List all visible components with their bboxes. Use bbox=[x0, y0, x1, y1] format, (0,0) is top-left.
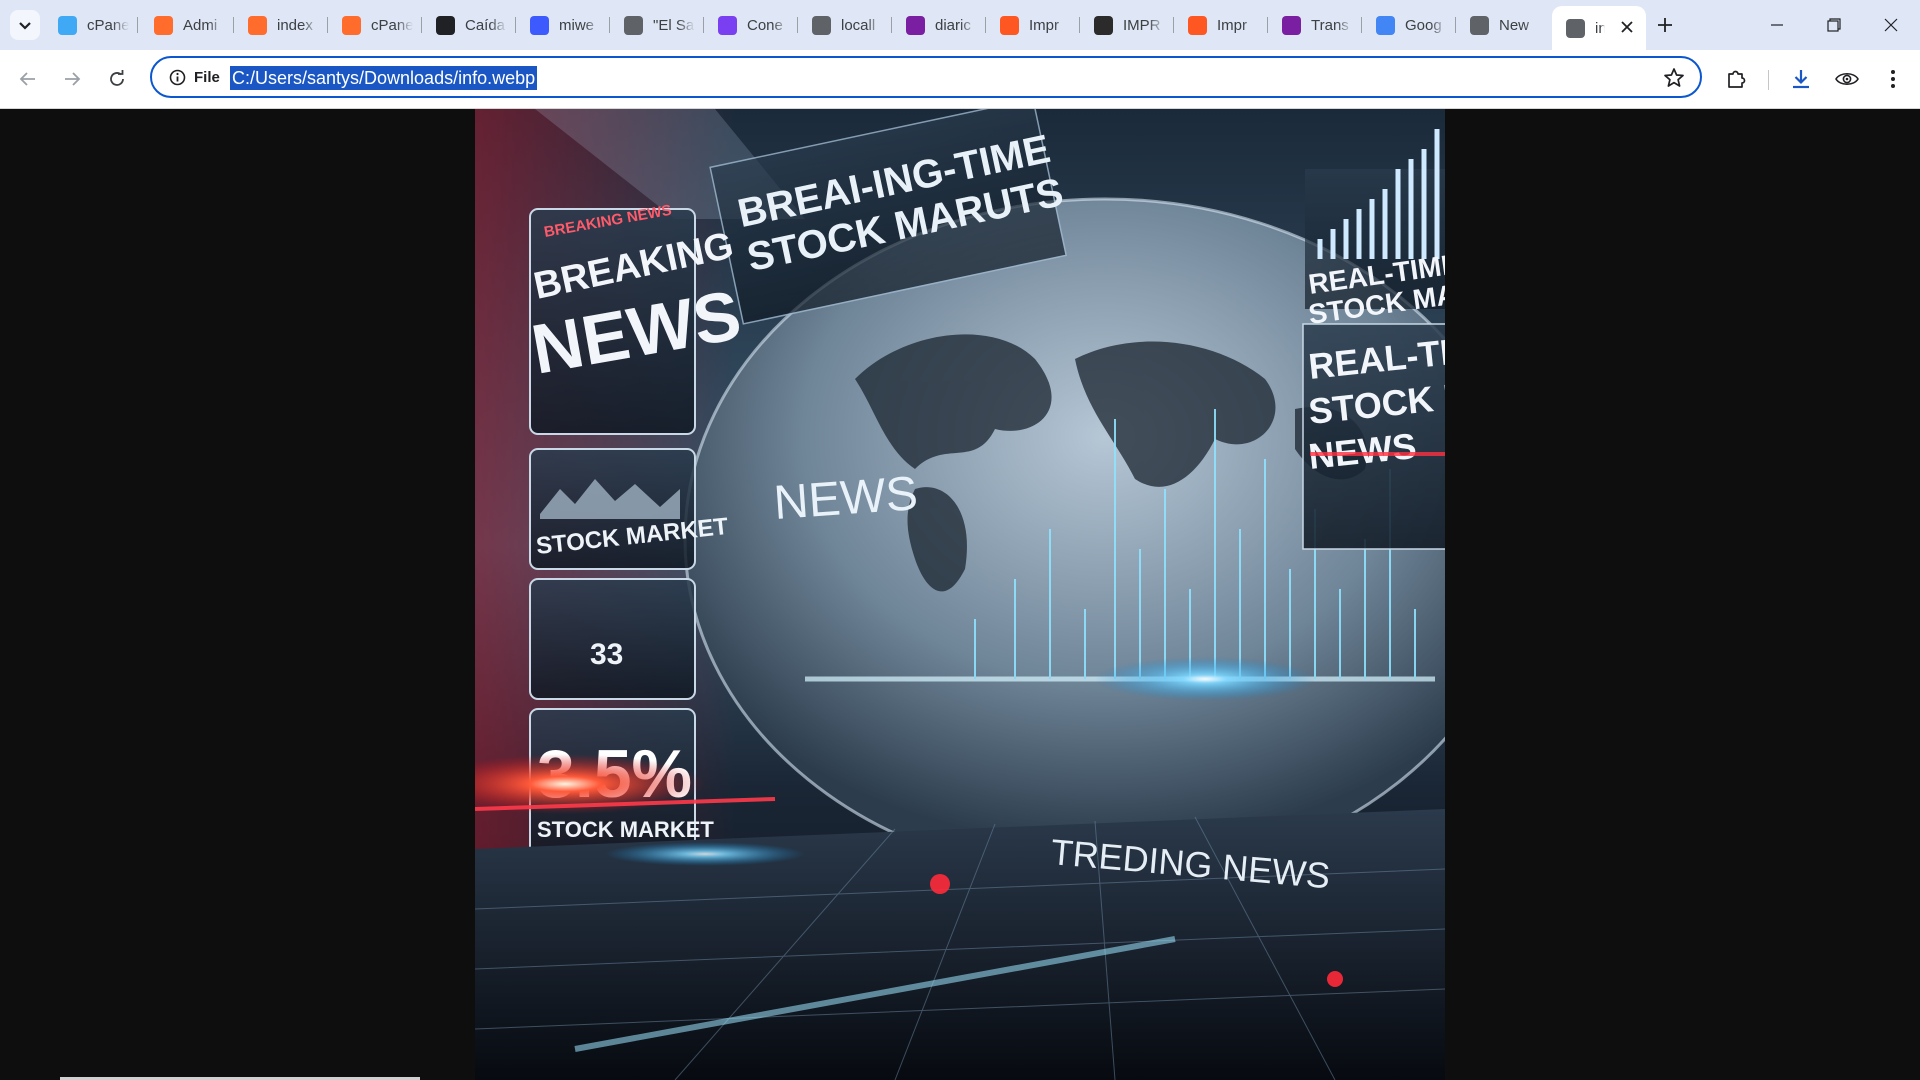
browser-tab[interactable]: Goog bbox=[1362, 8, 1456, 42]
browser-tab[interactable]: Cone bbox=[704, 8, 798, 42]
site-info-label: File bbox=[194, 68, 220, 86]
browser-tab[interactable]: locall bbox=[798, 8, 892, 42]
browser-tab[interactable]: index bbox=[234, 8, 328, 42]
reload-icon bbox=[110, 70, 124, 86]
browser-tab[interactable]: cPane bbox=[44, 8, 138, 42]
browser-tab[interactable]: New bbox=[1456, 8, 1550, 42]
tab-label: locall bbox=[841, 16, 876, 34]
dark-square-icon bbox=[1094, 15, 1113, 35]
restore-icon bbox=[1827, 18, 1841, 32]
browser-tab[interactable]: diaric bbox=[892, 8, 986, 42]
arrow-left-icon bbox=[19, 72, 35, 86]
address-bar[interactable]: File C:/Users/santys/Downloads/info.webp bbox=[150, 56, 1702, 98]
toolbar-separator bbox=[1768, 70, 1769, 90]
eye-scan-icon bbox=[1835, 72, 1859, 86]
cpanel-swirl-icon bbox=[58, 15, 77, 35]
close-icon bbox=[1621, 21, 1633, 33]
browser-tab[interactable]: info.webp bbox=[1552, 6, 1646, 50]
globe-icon bbox=[1470, 15, 1489, 35]
menu-button[interactable] bbox=[1877, 63, 1909, 95]
globe-icon bbox=[1566, 18, 1585, 38]
openai-icon bbox=[436, 15, 455, 35]
tab-strip: cPane Admi index cPane Caída miwe "El Sa Cone lo… bbox=[0, 0, 1920, 50]
tab-label: Admi bbox=[183, 16, 218, 34]
google-translate-icon bbox=[1376, 15, 1395, 35]
info-icon bbox=[169, 69, 186, 85]
displayed-image[interactable]: BREAI-ING-TIME STOCK MARUTS BREAKING NEW… bbox=[475, 109, 1445, 1080]
stock-market-label-2: STOCK MARKET bbox=[537, 817, 714, 842]
minimize-icon bbox=[1771, 24, 1783, 26]
more-vertical-icon bbox=[1891, 70, 1895, 88]
reload-button[interactable] bbox=[101, 63, 133, 95]
chat-bubble-icon bbox=[530, 15, 549, 35]
gradient-app-icon bbox=[718, 15, 737, 35]
plus-icon bbox=[1658, 18, 1672, 32]
tab-close-button[interactable] bbox=[1618, 18, 1636, 36]
arrow-right-icon bbox=[65, 72, 81, 86]
tab-label: IMPR bbox=[1123, 16, 1161, 34]
stat-33-label: 33 bbox=[590, 638, 623, 671]
browser-tab[interactable]: "El Sa bbox=[610, 8, 704, 42]
tab-label: Impr bbox=[1217, 16, 1247, 34]
cpanel-logo-icon bbox=[154, 15, 173, 35]
tab-label: Caída bbox=[465, 16, 506, 34]
browser-tab[interactable]: Admi bbox=[140, 8, 234, 42]
browser-tab[interactable]: IMPR bbox=[1080, 8, 1174, 42]
globe-icon bbox=[624, 15, 643, 35]
flame-icon bbox=[1188, 15, 1207, 35]
tab-label: Cone bbox=[747, 16, 783, 34]
puzzle-icon bbox=[1728, 70, 1746, 88]
downloads-button[interactable] bbox=[1785, 63, 1817, 95]
browser-tab[interactable]: Trans bbox=[1268, 8, 1362, 42]
yoast-icon bbox=[906, 15, 925, 35]
tab-label: info.webp bbox=[1595, 19, 1605, 37]
yoast-icon bbox=[1282, 15, 1301, 35]
tab-label: "El Sa bbox=[653, 16, 695, 34]
new-tab-button[interactable] bbox=[1650, 10, 1680, 40]
browser-tab[interactable]: Impr bbox=[986, 8, 1080, 42]
tab-label: Impr bbox=[1029, 16, 1059, 34]
browser-toolbar: File C:/Users/santys/Downloads/info.webp bbox=[0, 50, 1920, 109]
news-artwork: BREAI-ING-TIME STOCK MARUTS BREAKING NEW… bbox=[475, 109, 1445, 1080]
tab-label: New bbox=[1499, 16, 1530, 34]
tab-label: miwe bbox=[559, 16, 595, 34]
chevron-down-icon bbox=[19, 22, 31, 30]
minimize-button[interactable] bbox=[1748, 0, 1806, 50]
browser-tab[interactable]: miwe bbox=[516, 8, 610, 42]
tab-label: cPane bbox=[87, 16, 129, 34]
forward-button[interactable] bbox=[56, 63, 88, 95]
download-icon bbox=[1793, 70, 1809, 89]
close-icon bbox=[1884, 18, 1898, 32]
close-window-button[interactable] bbox=[1862, 0, 1920, 50]
url-text[interactable]: C:/Users/santys/Downloads/info.webp bbox=[230, 66, 538, 90]
extensions-button[interactable] bbox=[1720, 63, 1752, 95]
browser-tab[interactable]: Caída bbox=[422, 8, 516, 42]
site-info-chip[interactable]: File bbox=[161, 63, 230, 91]
tab-search-button[interactable] bbox=[10, 10, 40, 40]
cpanel-logo-icon bbox=[342, 15, 361, 35]
tab-label: Goog bbox=[1405, 16, 1442, 34]
globe-icon bbox=[812, 15, 831, 35]
back-button[interactable] bbox=[12, 63, 44, 95]
bookmark-button[interactable] bbox=[1662, 66, 1686, 90]
tab-label: cPane bbox=[371, 16, 413, 34]
tab-separator bbox=[137, 17, 138, 33]
tab-label: index bbox=[277, 16, 313, 34]
browser-tab[interactable]: Impr bbox=[1174, 8, 1268, 42]
browser-tab[interactable]: cPane bbox=[328, 8, 422, 42]
star-icon bbox=[1664, 68, 1684, 87]
tab-label: Trans bbox=[1311, 16, 1349, 34]
google-lens-button[interactable] bbox=[1831, 63, 1863, 95]
cpanel-logo-icon bbox=[248, 15, 267, 35]
globe-news-label: NEWS bbox=[772, 467, 919, 530]
flame-icon bbox=[1000, 15, 1019, 35]
tab-label: diaric bbox=[935, 16, 971, 34]
page-viewport: BREAI-ING-TIME STOCK MARUTS BREAKING NEW… bbox=[0, 109, 1920, 1080]
restore-button[interactable] bbox=[1805, 0, 1863, 50]
